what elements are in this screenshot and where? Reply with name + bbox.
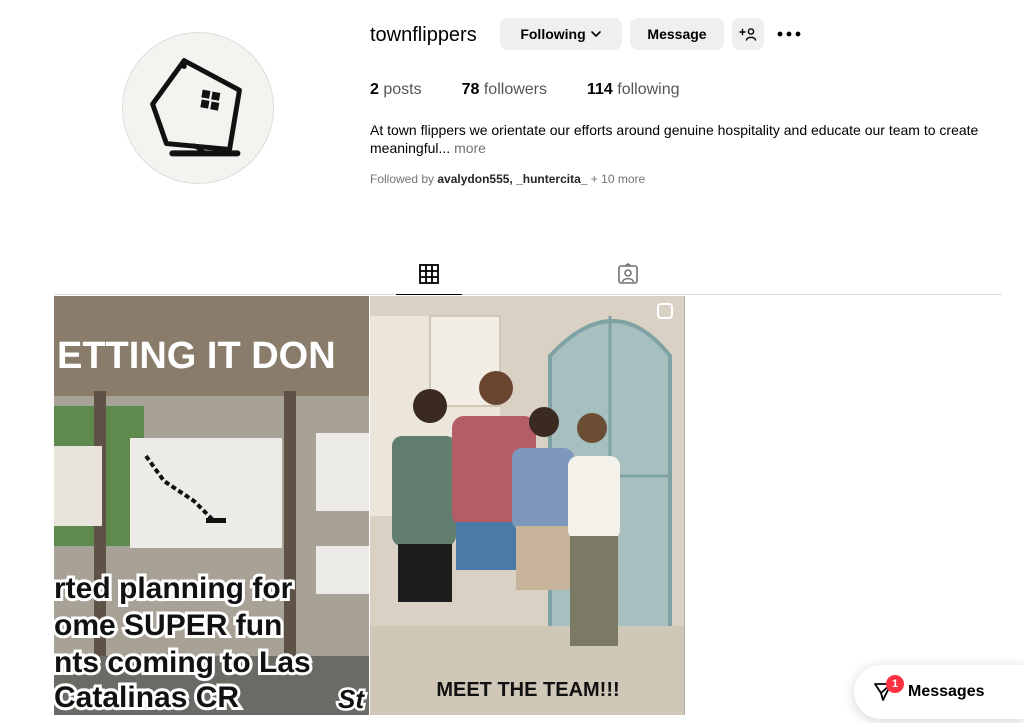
add-person-icon bbox=[739, 28, 757, 41]
post-caption-text: MEET THE TEAM!!! bbox=[436, 679, 619, 701]
post-thumbnail[interactable]: ETTING IT DON rted planning for ome SUPE… bbox=[54, 296, 369, 715]
followed-by[interactable]: Followed by avalydon555, _huntercita_ + … bbox=[370, 172, 645, 186]
profile-username: townflippers bbox=[370, 24, 477, 46]
post-thumbnail[interactable]: MEET THE TEAM!!! bbox=[370, 296, 685, 715]
profile-stats: 2 posts 78 followers 114 following bbox=[370, 81, 720, 99]
profile-bio: At town flippers we orientate our effort… bbox=[370, 121, 990, 157]
tab-posts[interactable] bbox=[396, 253, 462, 295]
suggested-users-button[interactable] bbox=[732, 18, 764, 50]
message-button-label: Message bbox=[647, 26, 707, 42]
ellipsis-icon bbox=[777, 31, 801, 37]
followed-by-names: avalydon555, _huntercita_ bbox=[437, 172, 588, 186]
chevron-down-icon bbox=[590, 31, 601, 37]
message-button[interactable]: Message bbox=[630, 18, 724, 50]
grid-icon bbox=[419, 263, 439, 284]
followers-link[interactable]: 78 followers bbox=[462, 81, 547, 99]
posts-count: 2 posts bbox=[370, 81, 422, 98]
messages-button[interactable]: 1 Messages bbox=[854, 665, 1024, 719]
profile-tabs bbox=[54, 253, 1002, 295]
bio-more-link[interactable]: more bbox=[454, 140, 486, 156]
post-image-planning bbox=[54, 296, 369, 715]
tab-tagged[interactable] bbox=[595, 253, 661, 295]
followed-by-more: + 10 more bbox=[590, 172, 646, 186]
following-button[interactable]: Following bbox=[500, 18, 622, 50]
post-image-team: MEET THE TEAM!!! bbox=[370, 296, 685, 715]
messages-badge: 1 bbox=[886, 675, 904, 693]
following-button-label: Following bbox=[520, 26, 586, 42]
profile-avatar[interactable] bbox=[122, 32, 274, 184]
tagged-icon bbox=[618, 263, 638, 284]
messages-label: Messages bbox=[908, 683, 985, 700]
house-logo-icon bbox=[150, 58, 242, 157]
more-options-button[interactable] bbox=[774, 22, 804, 46]
following-link[interactable]: 114 following bbox=[587, 81, 680, 99]
